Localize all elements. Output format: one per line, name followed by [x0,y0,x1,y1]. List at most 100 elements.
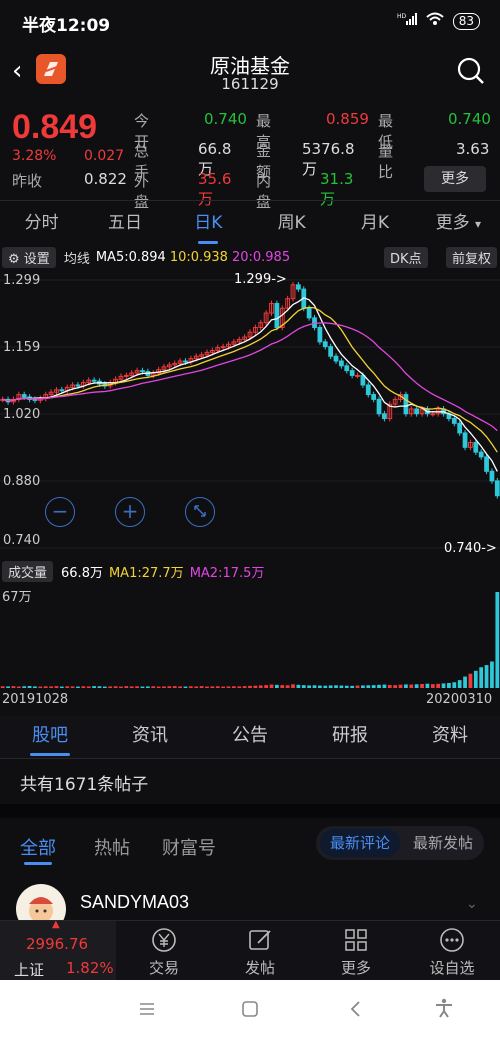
fund-code: 161129 [221,75,279,93]
volume-bar [156,686,161,688]
volume-button[interactable]: 成交量 [2,560,54,582]
status-icons: HD 83 [397,12,480,30]
volume-bar [339,685,344,688]
tab-forum[interactable]: 股吧 [0,716,100,758]
feed-tab-all[interactable]: 全部 [20,834,56,860]
ma10-line [2,306,498,453]
tab-news[interactable]: 资讯 [100,716,200,758]
sort-latest-comment[interactable]: 最新评论 [320,829,400,857]
prev-close-value: 0.822 [84,170,127,188]
candle [140,370,145,373]
volume-bar [366,685,371,688]
change-value: 0.027 [84,148,125,164]
tab-daily-k[interactable]: 日K [167,204,250,244]
candle [478,451,484,458]
expand-button[interactable] [185,497,215,527]
feed-tab-fortune[interactable]: 财富号 [162,834,216,860]
search-icon[interactable] [456,56,486,90]
active-tab-indicator [24,862,52,865]
period-tabs: 分时 五日 日K 周K 月K 更多 ▾ [0,204,500,244]
volume-bar [296,684,301,688]
post-username[interactable]: SANDYMA03 [80,892,189,913]
volume-bar [307,685,312,688]
nav-more[interactable]: 更多 [308,921,404,980]
tab-five-day[interactable]: 五日 [83,204,166,244]
volume-bar [242,686,247,688]
index-ticker[interactable]: ▲ 2996.76 上证 1.82% [0,919,116,980]
tab-announcements[interactable]: 公告 [200,716,300,758]
quote-more-button[interactable]: 更多 [424,166,486,192]
volume-bar [387,684,392,688]
tab-weekly-k[interactable]: 周K [250,204,333,244]
candle [123,374,129,377]
volume-bar [269,684,274,688]
candle [328,346,334,357]
volume-bar [258,685,263,688]
home-icon[interactable] [241,1000,259,1022]
volume-bar [350,685,355,688]
candle [306,307,312,319]
tab-profile[interactable]: 资料 [400,716,500,758]
volume-bar [382,684,387,688]
tab-research[interactable]: 研报 [300,716,400,758]
tab-intraday[interactable]: 分时 [0,204,83,244]
ma20-value: 20:0.985 [231,249,291,265]
nav-trade[interactable]: 交易 [116,921,212,980]
index-percent: 1.82% [66,959,114,977]
volume-bar [135,686,139,688]
volume-value: 66.8万 [61,565,103,581]
candle [371,394,377,400]
volume-bar: 成交量 66.8万 MA1:27.7万 MA2:17.5万 [0,560,500,582]
volume-bar [291,684,295,688]
current-price: 0.849 [12,108,98,146]
system-back-icon[interactable] [347,1000,365,1022]
volume-bar [145,686,150,688]
divider [0,200,500,201]
edit-icon [249,930,271,950]
candle [322,341,328,348]
volume-bar [361,685,365,688]
zoom-out-button[interactable]: − [45,497,75,527]
candle [355,374,360,377]
zoom-in-button[interactable]: + [115,497,145,527]
adjust-button[interactable]: 前复权 [446,246,498,268]
dk-point-button[interactable]: DK点 [384,246,428,268]
sort-latest-post[interactable]: 最新发帖 [404,829,482,857]
volume-bar [285,685,290,688]
volume-bar [253,685,258,688]
volume-bar [409,684,414,688]
volume-bar [162,686,166,688]
volume-bar [102,686,107,688]
volume-bar [344,685,349,688]
chevron-down-icon[interactable]: ⌄ [466,896,478,912]
gear-icon: ⚙ [8,251,20,267]
price-chart[interactable]: 1.299 1.159 1.020 0.880 0.740 [0,270,500,558]
tab-monthly-k[interactable]: 月K [333,204,416,244]
settings-button[interactable]: ⚙ 设置 [2,246,56,268]
nav-post[interactable]: 发帖 [212,921,308,980]
volume-bar [490,661,494,688]
price-axis-label: 1.020 [3,407,40,422]
tab-more[interactable]: 更多 ▾ [417,204,500,244]
volume-bar [205,686,209,688]
volume-bar [495,592,500,688]
volume-bar [194,686,199,688]
nav-add-watchlist[interactable]: 设自选 [404,921,500,980]
volume-bar [16,686,21,688]
volume-bar [248,685,252,688]
ma5-value: MA5:0.894 [95,249,166,265]
volume-bar [334,685,338,688]
volume-bar [38,686,43,688]
feed-tab-hot[interactable]: 热帖 [94,834,130,860]
dots-icon [440,928,464,952]
candle [403,394,409,415]
min-annotation: 0.740-> [444,541,497,556]
volume-bar [172,686,177,688]
menu-icon[interactable] [138,1000,156,1022]
volume-bar [54,686,59,688]
volume-bar [27,685,32,688]
volume-bar [457,680,462,688]
accessibility-icon[interactable] [434,998,454,1022]
volume-bar [76,686,80,688]
candle [473,442,479,453]
